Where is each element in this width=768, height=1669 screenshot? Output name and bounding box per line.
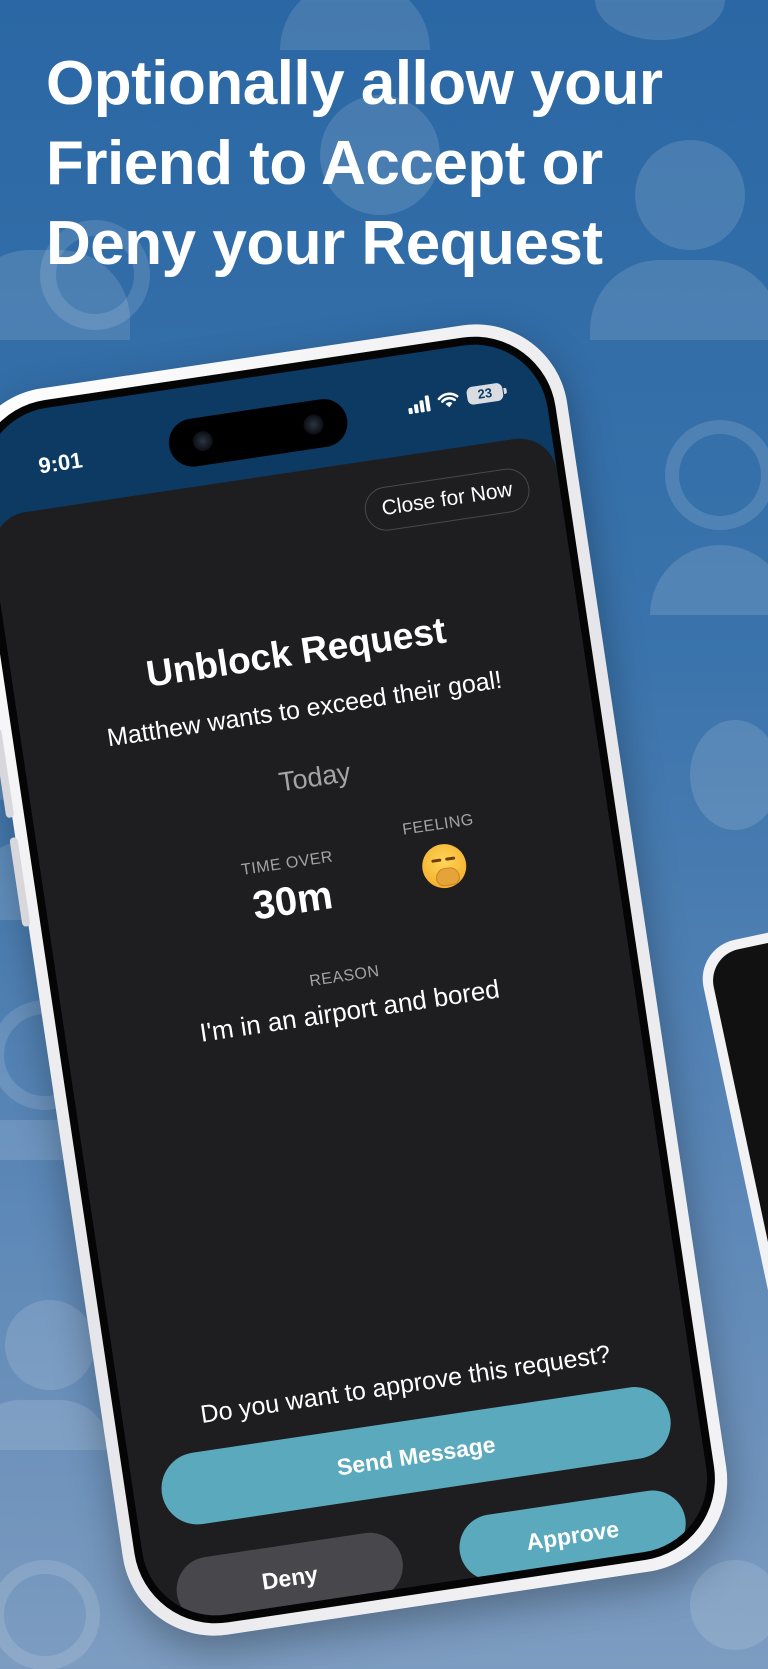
sensor-icon (302, 413, 325, 436)
wifi-icon (437, 392, 459, 408)
battery-icon: 23 (465, 382, 505, 406)
time-over-stat: TIME OVER 30m (202, 843, 380, 936)
feeling-stat: FEELING (368, 806, 517, 898)
status-icons: 23 (406, 382, 505, 415)
status-time: 9:01 (36, 447, 85, 479)
camera-lens-icon (191, 429, 215, 453)
yawning-face-icon (419, 841, 470, 892)
headline: Optionally allow your Friend to Accept o… (46, 49, 663, 278)
feeling-label: FEELING (401, 811, 475, 839)
close-for-now-button[interactable]: Close for Now (361, 465, 533, 534)
cellular-signal-icon (407, 395, 431, 415)
dynamic-island (165, 395, 351, 470)
